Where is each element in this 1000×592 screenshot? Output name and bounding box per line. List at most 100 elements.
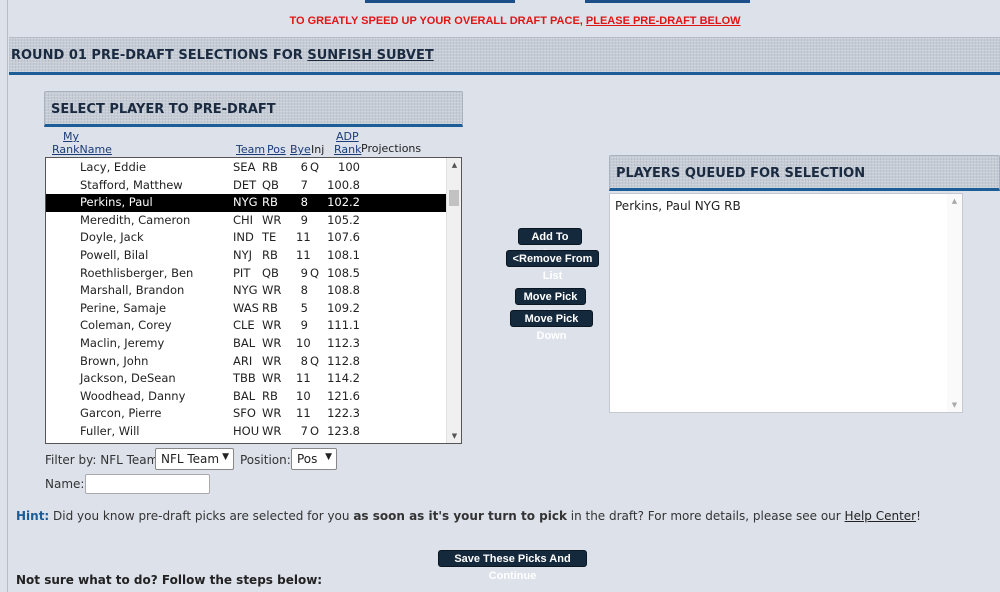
player-list[interactable]: Lacy, Eddie SEA RB 6 Q 100 Stafford, Matthew DE… [45, 157, 462, 444]
header-projections: Projections [361, 142, 422, 155]
player-inj: Q [310, 353, 320, 368]
player-bye: 7 [300, 424, 308, 438]
player-pos: WR [262, 371, 282, 386]
move-pick-up-button[interactable]: Move Pick Up [515, 288, 586, 320]
player-pos: RB [262, 195, 278, 210]
player-team: HOU [233, 424, 260, 438]
player-adp: 112.8 [327, 353, 360, 368]
player-team: NYG [233, 195, 258, 210]
player-pos: WR [262, 424, 282, 438]
round-title: ROUND 01 PRE-DRAFT SELECTIONS FOR SUNFIS… [11, 48, 434, 63]
player-row[interactable]: Woodhead, Danny BAL RB 10 121.6 [46, 388, 446, 406]
player-team: CHI [233, 212, 254, 227]
player-adp: 121.6 [327, 388, 360, 403]
filter-team-label: Filter by: NFL Team: [45, 453, 163, 467]
player-pos: RB [262, 160, 278, 174]
player-bye: 10 [296, 388, 311, 403]
header-name[interactable]: Name [79, 143, 111, 156]
player-bye: 9 [300, 212, 308, 227]
player-bye: 11 [296, 406, 311, 421]
player-row[interactable]: Stafford, Matthew DET QB 7 100.8 [46, 177, 446, 195]
player-name: Meredith, Cameron [80, 212, 191, 227]
name-label: Name: [45, 477, 85, 491]
player-row[interactable]: Perine, Samaje WAS RB 5 109.2 [46, 300, 446, 318]
player-team: SFO [233, 406, 256, 421]
player-name: Woodhead, Danny [80, 388, 186, 403]
header-my-rank-top: My [63, 130, 80, 143]
header-adp-rank: Rank [334, 143, 362, 156]
player-adp: 123.8 [327, 424, 360, 438]
top-link-underline-2[interactable] [585, 0, 750, 3]
player-row[interactable]: Brown, John ARI WR 8 Q 112.8 [46, 353, 446, 371]
player-bye: 10 [296, 336, 311, 350]
player-name: Lacy, Eddie [80, 160, 147, 174]
player-row[interactable]: Coleman, Corey CLE WR 9 111.1 [46, 317, 446, 335]
player-team: TBB [233, 371, 256, 386]
queue-scroll-up-icon[interactable]: ▲ [947, 194, 962, 208]
save-picks-button[interactable]: Save These Picks And Continue [438, 550, 587, 582]
player-bye: 8 [300, 283, 308, 298]
player-bye: 9 [300, 265, 308, 280]
help-center-link[interactable]: Help Center [845, 509, 917, 523]
chevron-down-icon: ▼ [222, 452, 229, 462]
player-row[interactable]: Doyle, Jack IND TE 11 107.6 [46, 229, 446, 247]
scroll-up-icon[interactable]: ▲ [447, 158, 461, 172]
top-link-underline-1[interactable] [365, 0, 515, 3]
player-bye: 8 [300, 353, 308, 368]
player-team: WAS [233, 300, 259, 315]
player-team: NYJ [233, 248, 253, 262]
player-row[interactable]: Roethlisberger, Ben PIT QB 9 Q 108.5 [46, 265, 446, 283]
player-bye: 7 [300, 177, 308, 192]
player-row[interactable]: Lacy, Eddie SEA RB 6 Q 100 [46, 159, 446, 177]
position-label: Position: [240, 453, 291, 467]
player-adp: 108.1 [327, 248, 360, 262]
player-list-scrollbar[interactable]: ▲ ▼ [446, 158, 461, 443]
move-pick-down-button[interactable]: Move Pick Down [510, 310, 593, 342]
header-adp-top: ADP [336, 130, 359, 143]
player-team: NYG [233, 283, 258, 298]
player-row[interactable]: Fuller, Will HOU WR 7 O 123.8 [46, 423, 446, 441]
queue-scroll-down-icon[interactable]: ▼ [947, 398, 962, 412]
player-row[interactable]: Marshall, Brandon NYG WR 8 108.8 [46, 282, 446, 300]
player-bye: 11 [296, 248, 311, 262]
player-pos: WR [262, 353, 282, 368]
remove-from-list-button[interactable]: <Remove From List [506, 250, 599, 282]
scroll-down-icon[interactable]: ▼ [447, 429, 461, 443]
team-name-link[interactable]: SUNFISH SUBVET [307, 48, 433, 63]
player-row[interactable]: Perkins, Paul NYG RB 8 102.2 [46, 194, 446, 212]
player-pos: WR [262, 406, 282, 421]
left-edge [0, 0, 8, 592]
player-pos: RB [262, 300, 278, 315]
banner-text: TO GREATLY SPEED UP YOUR OVERALL DRAFT P… [289, 15, 586, 27]
player-pos: RB [262, 248, 278, 262]
player-row[interactable]: Meredith, Cameron CHI WR 9 105.2 [46, 212, 446, 230]
player-row[interactable]: Garcon, Pierre SFO WR 11 122.3 [46, 405, 446, 423]
player-adp: 111.1 [327, 318, 360, 333]
scroll-thumb[interactable] [449, 190, 459, 206]
nfl-team-select[interactable]: NFL Team ▼ [155, 448, 234, 470]
queued-players-list[interactable]: Perkins, Paul NYG RB ▲ ▼ [609, 193, 963, 413]
player-name: Stafford, Matthew [80, 177, 183, 192]
add-to-list-button[interactable]: Add To List> [518, 228, 582, 260]
player-adp: 109.2 [327, 300, 360, 315]
header-inj: Inj [311, 143, 325, 156]
player-row[interactable]: Powell, Bilal NYJ RB 11 108.1 [46, 247, 446, 265]
player-bye: 11 [296, 230, 311, 245]
player-row[interactable]: Jackson, DeSean TBB WR 11 114.2 [46, 370, 446, 388]
hint-text: Hint: Did you know pre-draft picks are s… [16, 509, 921, 523]
queue-scrollbar[interactable]: ▲ ▼ [947, 194, 962, 412]
queued-player-item[interactable]: Perkins, Paul NYG RB [615, 199, 741, 213]
player-row[interactable]: Maclin, Jeremy BAL WR 10 112.3 [46, 335, 446, 353]
header-my-rank: RankName [52, 143, 112, 156]
player-team: DET [233, 177, 257, 192]
header-pos: Pos [267, 143, 286, 156]
steps-heading: Not sure what to do? Follow the steps be… [16, 573, 323, 587]
position-select[interactable]: Pos ▼ [291, 448, 337, 470]
player-pos: TE [262, 230, 277, 245]
player-bye: 11 [296, 371, 311, 386]
player-name: Roethlisberger, Ben [80, 265, 194, 280]
player-name: Marshall, Brandon [80, 283, 185, 298]
name-search-input[interactable] [85, 474, 210, 494]
pre-draft-link[interactable]: PLEASE PRE-DRAFT BELOW [586, 15, 741, 27]
queued-panel-header: PLAYERS QUEUED FOR SELECTION [609, 155, 1000, 191]
